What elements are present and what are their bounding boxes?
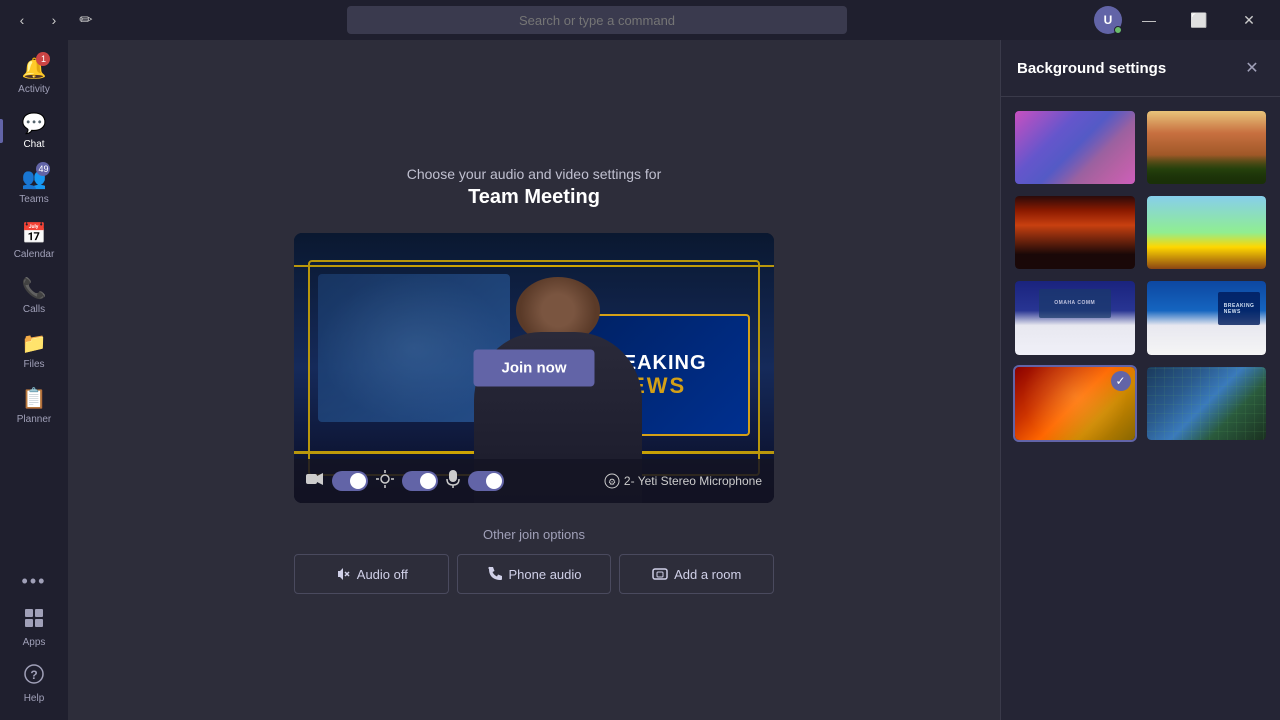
sidebar-item-calls[interactable]: 📞 Calls (0, 268, 68, 323)
content-area: Choose your audio and video settings for… (68, 40, 1280, 720)
bg-thumb-cartoon-inner (1147, 196, 1267, 269)
more-icon: ••• (22, 571, 47, 592)
teams-icon: 👥 49 (22, 166, 47, 191)
meeting-subtitle: Choose your audio and video settings for (407, 166, 662, 182)
other-join-options: Other join options Audio off (294, 527, 774, 594)
bg-thumb-canyon[interactable] (1145, 109, 1269, 186)
bg-thumb-map-inner (1147, 367, 1267, 440)
sidebar: 🔔 1 Activity 💬 Chat 👥 49 Teams 📅 Calenda… (0, 40, 68, 720)
sidebar-item-activity[interactable]: 🔔 1 Activity (0, 48, 68, 103)
sidebar-item-activity-label: Activity (18, 84, 50, 95)
activity-icon: 🔔 1 (22, 56, 47, 81)
sidebar-item-more[interactable]: ••• (0, 563, 68, 600)
video-controls-bar: ⚙ 2- Yeti Stereo Microphone (294, 459, 774, 503)
mic-toggle[interactable] (468, 471, 504, 491)
sidebar-item-files[interactable]: 📁 Files (0, 323, 68, 378)
phone-icon (487, 566, 503, 582)
minimize-button[interactable]: — (1126, 4, 1172, 36)
camera-toggle[interactable] (332, 471, 368, 491)
background-settings-panel: Background settings ✕ (1000, 40, 1280, 720)
avatar[interactable]: U (1094, 6, 1122, 34)
bg-thumb-studio1[interactable]: OMAHA COMM (1013, 279, 1137, 356)
sidebar-item-planner-label: Planner (17, 414, 51, 425)
sidebar-item-calendar[interactable]: 📅 Calendar (0, 213, 68, 268)
sidebar-item-chat-label: Chat (23, 139, 44, 150)
apps-icon (24, 608, 44, 634)
sidebar-item-teams-label: Teams (19, 194, 48, 205)
bg-panel-title: Background settings (1017, 60, 1166, 77)
title-bar: ‹ › ✏ U — ⬜ ✕ (0, 0, 1280, 40)
audio-off-button[interactable]: Audio off (294, 554, 449, 594)
maximize-button[interactable]: ⬜ (1176, 4, 1222, 36)
meeting-title: Team Meeting (468, 186, 600, 209)
sidebar-item-teams[interactable]: 👥 49 Teams (0, 158, 68, 213)
effects-icon (376, 470, 394, 493)
bg-thumb-cartoon[interactable] (1145, 194, 1269, 271)
video-preview: Join now (294, 233, 774, 503)
effects-toggle-knob (420, 473, 436, 489)
bg-thumb-pizza[interactable]: ✓ (1013, 365, 1137, 442)
planner-icon: 📋 (22, 386, 47, 411)
files-icon: 📁 (22, 331, 47, 356)
add-room-button[interactable]: Add a room (619, 554, 774, 594)
forward-button[interactable]: › (40, 6, 68, 34)
title-bar-left: ‹ › ✏ (8, 6, 100, 34)
options-row: Audio off Phone audio Add a room (294, 554, 774, 594)
background-grid: OMAHA COMM BREAKINGNEWS ✓ (1001, 97, 1280, 454)
join-now-button[interactable]: Join now (474, 350, 595, 387)
sidebar-item-planner[interactable]: 📋 Planner (0, 378, 68, 433)
back-button[interactable]: ‹ (8, 6, 36, 34)
bg-thumb-autumn[interactable] (1013, 194, 1137, 271)
help-icon: ? (24, 664, 44, 690)
bg-thumb-map[interactable] (1145, 365, 1269, 442)
sidebar-item-help[interactable]: ? Help (0, 656, 68, 712)
teams-badge: 49 (36, 162, 50, 176)
sidebar-item-calendar-label: Calendar (14, 249, 55, 260)
mic-label-text: 2- Yeti Stereo Microphone (624, 474, 762, 488)
camera-toggle-knob (350, 473, 366, 489)
sidebar-item-help-label: Help (24, 693, 45, 704)
search-input[interactable] (347, 6, 847, 34)
main-layout: 🔔 1 Activity 💬 Chat 👥 49 Teams 📅 Calenda… (0, 40, 1280, 720)
bg-thumb-autumn-inner (1015, 196, 1135, 269)
sidebar-item-chat[interactable]: 💬 Chat (0, 103, 68, 158)
phone-audio-button[interactable]: Phone audio (457, 554, 612, 594)
bg-thumb-canyon-inner (1147, 111, 1267, 184)
main-content: Choose your audio and video settings for… (68, 40, 1000, 720)
mic-label: ⚙ 2- Yeti Stereo Microphone (604, 473, 762, 489)
effects-toggle[interactable] (402, 471, 438, 491)
bg-thumb-galaxy[interactable] (1013, 109, 1137, 186)
selected-check-mark: ✓ (1111, 371, 1131, 391)
close-button[interactable]: ✕ (1226, 4, 1272, 36)
sidebar-item-files-label: Files (23, 359, 44, 370)
microphone-icon (446, 470, 460, 493)
svg-text:?: ? (30, 668, 37, 682)
mic-toggle-knob (486, 473, 502, 489)
chat-icon: 💬 (22, 111, 47, 136)
sidebar-item-calls-label: Calls (23, 304, 45, 315)
sidebar-item-apps[interactable]: Apps (0, 600, 68, 656)
sidebar-item-apps-label: Apps (23, 637, 46, 648)
other-options-title: Other join options (294, 527, 774, 542)
audio-off-label: Audio off (357, 567, 408, 582)
bg-thumb-studio2-inner: BREAKINGNEWS (1147, 281, 1267, 354)
phone-audio-label: Phone audio (509, 567, 582, 582)
bg-panel-header: Background settings ✕ (1001, 40, 1280, 97)
room-icon (652, 566, 668, 582)
camera-icon (306, 472, 324, 491)
calls-icon: 📞 (22, 276, 47, 301)
svg-text:⚙: ⚙ (608, 477, 616, 487)
avatar-status (1114, 26, 1122, 34)
audio-off-icon (335, 566, 351, 582)
add-room-label: Add a room (674, 567, 741, 582)
bg-panel-close-button[interactable]: ✕ (1240, 56, 1264, 80)
activity-badge: 1 (36, 52, 50, 66)
compose-button[interactable]: ✏ (72, 6, 100, 34)
bg-thumb-studio2[interactable]: BREAKINGNEWS (1145, 279, 1269, 356)
bg-thumb-galaxy-inner (1015, 111, 1135, 184)
title-bar-right: U — ⬜ ✕ (1094, 4, 1272, 36)
bg-thumb-studio1-inner: OMAHA COMM (1015, 281, 1135, 354)
calendar-icon: 📅 (22, 221, 47, 246)
